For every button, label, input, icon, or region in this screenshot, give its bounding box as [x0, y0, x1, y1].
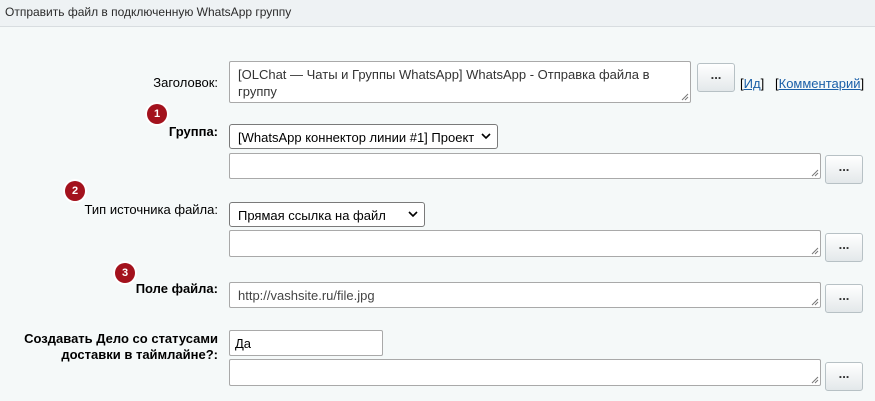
window-header: Отправить файл в подключенную WhatsApp г… [0, 0, 875, 27]
chevron-down-icon [408, 211, 418, 218]
create-task-label: Создавать Дело со статусами доставки в т… [24, 331, 218, 362]
step-badge-3: 3 [115, 263, 135, 283]
source-type-select[interactable]: Прямая ссылка на файл [229, 202, 425, 227]
chevron-down-icon [481, 133, 491, 140]
title-label: Заголовок: [153, 75, 218, 90]
file-field-insert-button[interactable]: ... [825, 284, 863, 313]
id-link[interactable]: Ид [744, 76, 761, 91]
file-field-label: Поле файла: [135, 281, 218, 296]
comment-link[interactable]: Комментарий [779, 76, 861, 91]
create-task-textarea[interactable] [229, 359, 821, 386]
create-task-value: Да [235, 336, 252, 351]
source-type-select-value: Прямая ссылка на файл [238, 208, 386, 223]
page-title: Отправить файл в подключенную WhatsApp г… [5, 5, 292, 19]
title-links: [Ид] [Комментарий] [740, 76, 865, 91]
source-type-insert-button[interactable]: ... [825, 233, 863, 262]
resize-grip-icon[interactable] [810, 168, 819, 177]
group-insert-button[interactable]: ... [825, 155, 863, 184]
resize-grip-icon[interactable] [680, 92, 689, 101]
resize-grip-icon[interactable] [810, 246, 819, 255]
group-select-value: [WhatsApp коннектор линии #1] Проект [238, 130, 475, 145]
create-task-input[interactable]: Да [229, 330, 383, 356]
file-field-textarea[interactable]: http://vashsite.ru/file.jpg [229, 282, 821, 308]
group-label: Группа: [168, 124, 218, 139]
title-textarea-value: [OLChat — Чаты и Группы WhatsApp] WhatsA… [238, 67, 650, 99]
file-field-value: http://vashsite.ru/file.jpg [238, 288, 375, 303]
create-task-insert-button[interactable]: ... [825, 362, 863, 391]
group-textarea[interactable] [229, 153, 821, 179]
title-textarea[interactable]: [OLChat — Чаты и Группы WhatsApp] WhatsA… [229, 61, 691, 103]
step-badge-2: 2 [65, 181, 85, 201]
source-type-label: Тип источника файла: [84, 202, 218, 217]
resize-grip-icon[interactable] [810, 375, 819, 384]
source-type-textarea[interactable] [229, 230, 821, 257]
step-badge-1: 1 [147, 104, 167, 124]
resize-grip-icon[interactable] [810, 297, 819, 306]
title-insert-button[interactable]: ... [697, 63, 735, 92]
group-select[interactable]: [WhatsApp коннектор линии #1] Проект [229, 124, 498, 149]
